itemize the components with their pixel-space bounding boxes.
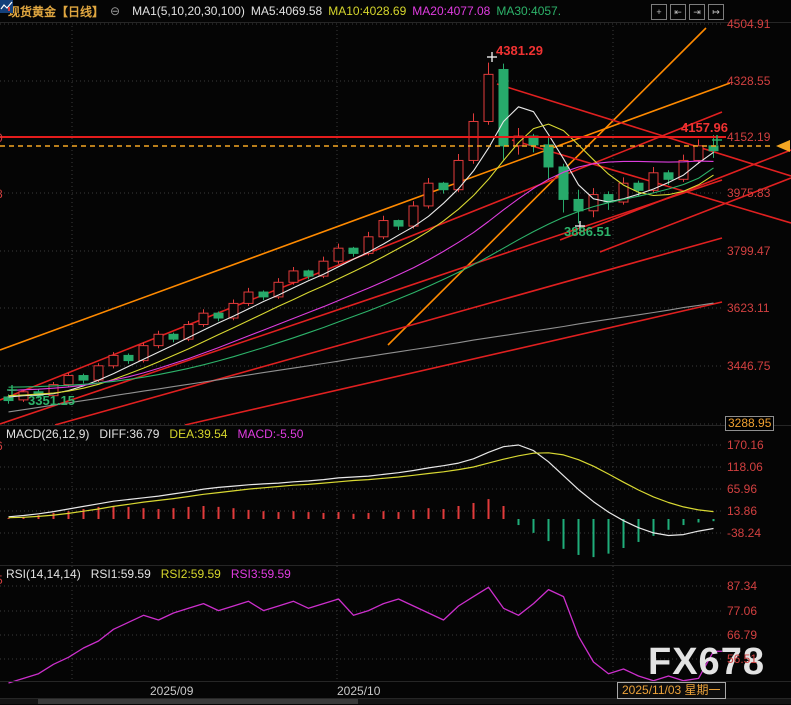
macd-diff-value: DIFF:36.79	[99, 427, 159, 441]
rsi1-value: RSI1:59.59	[91, 567, 151, 581]
rsi-axis-label: 66.79	[727, 628, 757, 642]
collapse-icon[interactable]: ⊖	[110, 4, 120, 18]
price-annotation: 4381.29	[496, 44, 543, 58]
macd-axis-label: -38.24	[727, 526, 761, 540]
clipped-axis-fragment: 0	[0, 131, 3, 145]
chart-window: 现货黄金【日线】 ⊖ MA1(5,10,20,30,100) MA5:4069.…	[0, 0, 791, 705]
macd-axis-label: 118.06	[727, 460, 763, 474]
y-axis-price-label: 3623.11	[727, 301, 770, 315]
rsi-axis-label: 56.51	[727, 652, 757, 666]
y-axis-price-label: 3799.47	[727, 244, 770, 258]
chart-canvas[interactable]	[0, 0, 791, 705]
x-axis-month-label: 2025/09	[150, 684, 193, 698]
y-axis-price-label: 4504.91	[727, 17, 770, 31]
price-annotation: 3351.15	[28, 394, 75, 408]
x-axis-current-date-label: 2025/11/03 星期一	[617, 682, 726, 699]
y-axis-price-label: 3975.83	[727, 186, 770, 200]
macd-dea-value: DEA:39.54	[169, 427, 227, 441]
macd-params: MACD(26,12,9)	[6, 427, 89, 441]
price-arrow-marker	[776, 140, 790, 152]
y-axis-price-label: 3446.75	[727, 359, 770, 373]
price-annotation: 3886.51	[564, 225, 611, 239]
clipped-axis-fragment: 5	[0, 573, 3, 587]
y-axis-price-label: 4328.55	[727, 74, 770, 88]
zoom-out-icon[interactable]: ⇤	[670, 4, 686, 20]
rsi-indicator-row: RSI(14,14,14) RSI1:59.59 RSI2:59.59 RSI3…	[6, 567, 291, 581]
rsi-params: RSI(14,14,14)	[6, 567, 81, 581]
macd-axis-label: 170.16	[727, 438, 764, 452]
ma10-value: MA10:4028.69	[328, 4, 406, 18]
y-axis-price-label-highlighted: 3288.95	[725, 416, 774, 431]
ma30-value: MA30:4057.	[496, 4, 561, 18]
clipped-axis-fragment: 6	[0, 439, 3, 453]
instrument-title: 现货黄金【日线】	[8, 3, 104, 20]
macd-axis-label: 65.96	[727, 482, 757, 496]
ma-settings-label: MA1(5,10,20,30,100)	[132, 4, 245, 18]
rsi2-value: RSI2:59.59	[161, 567, 221, 581]
pan-right-icon[interactable]: ↦	[708, 4, 724, 20]
price-annotation: 4157.96	[681, 121, 728, 135]
rsi-axis-label: 87.34	[727, 579, 757, 593]
rsi-axis-label: 77.06	[727, 604, 757, 618]
ma5-value: MA5:4069.58	[251, 4, 322, 18]
x-axis-month-label: 2025/10	[337, 684, 380, 698]
zoom-in-icon[interactable]: ⇥	[689, 4, 705, 20]
h-scrollbar-thumb[interactable]	[38, 699, 358, 704]
rsi3-value: RSI3:59.59	[231, 567, 291, 581]
macd-axis-label: 13.86	[727, 504, 757, 518]
y-axis-price-label: 4152.19	[727, 130, 770, 144]
macd-indicator-row: MACD(26,12,9) DIFF:36.79 DEA:39.54 MACD:…	[6, 427, 303, 441]
macd-value: MACD:-5.50	[237, 427, 303, 441]
chart-toolbar: + ⇤ ⇥ ↦	[651, 4, 724, 20]
crosshair-icon[interactable]: +	[651, 4, 667, 20]
ma20-value: MA20:4077.08	[412, 4, 490, 18]
clipped-axis-fragment: 8	[0, 187, 3, 201]
